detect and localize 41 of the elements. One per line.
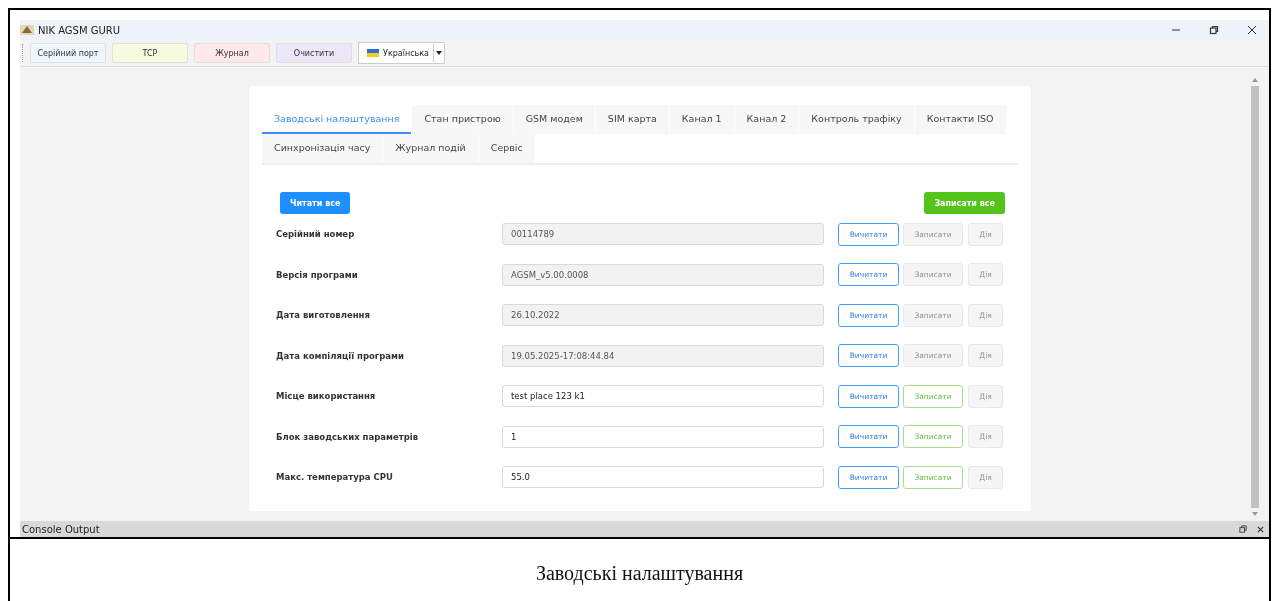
tab[interactable]: Контроль трафіку [799, 105, 914, 134]
input-field[interactable]: test place 123 k1 [502, 385, 824, 408]
restore-icon[interactable] [1209, 25, 1219, 35]
tab[interactable]: Канал 2 [734, 105, 799, 134]
toolbar-button[interactable]: Журнал [194, 43, 270, 63]
app-icon [20, 24, 34, 36]
close-icon[interactable] [1247, 25, 1257, 35]
tab[interactable]: Стан пристрою [412, 105, 513, 134]
tab[interactable]: Синхронізація часу [262, 134, 383, 163]
field-label: Дата виготовлення [276, 310, 371, 321]
field-label: Блок заводських параметрів [276, 431, 420, 442]
scroll-thumb[interactable] [1251, 86, 1259, 508]
float-icon[interactable] [1239, 524, 1248, 534]
field-label: Серійний номер [276, 229, 356, 240]
window-title: NIK AGSM GURU [38, 24, 121, 36]
flag-icon [367, 49, 379, 57]
field-label: Версія програми [276, 269, 359, 280]
input-field[interactable]: 55.0 [502, 466, 824, 489]
tab[interactable]: SIM карта [595, 105, 669, 134]
language-value: Українська [383, 48, 429, 58]
field-label: Дата компіляції програми [276, 350, 405, 361]
field-label: Місце використання [276, 391, 377, 402]
toolbar-button[interactable]: Очистити [276, 43, 352, 63]
caret-icon [433, 44, 444, 62]
read-all-button[interactable]: Читати все [280, 192, 351, 214]
tab[interactable]: Журнал подій [383, 134, 478, 163]
scroll-up-icon[interactable] [1251, 77, 1259, 83]
close-icon[interactable] [1256, 524, 1265, 534]
write-all-button[interactable]: Записати все [924, 192, 1005, 214]
tab[interactable]: GSM модем [513, 105, 595, 134]
input-field[interactable]: 1 [502, 425, 824, 448]
toolbar-button[interactable]: Серійний порт [30, 43, 106, 63]
figure-caption: Заводські налаштування [535, 561, 744, 585]
scroll-down-icon[interactable] [1251, 511, 1259, 517]
tab[interactable]: Сервіс [478, 134, 535, 163]
field-label: Макс. температура CPU [276, 472, 394, 483]
toolbar-button[interactable]: TCP [112, 43, 188, 63]
language-dropdown[interactable]: Українська [358, 42, 445, 64]
tab[interactable]: Контакти ISO [914, 105, 1006, 134]
tab[interactable]: Канал 1 [669, 105, 734, 134]
console-title: Console Output [22, 523, 100, 535]
